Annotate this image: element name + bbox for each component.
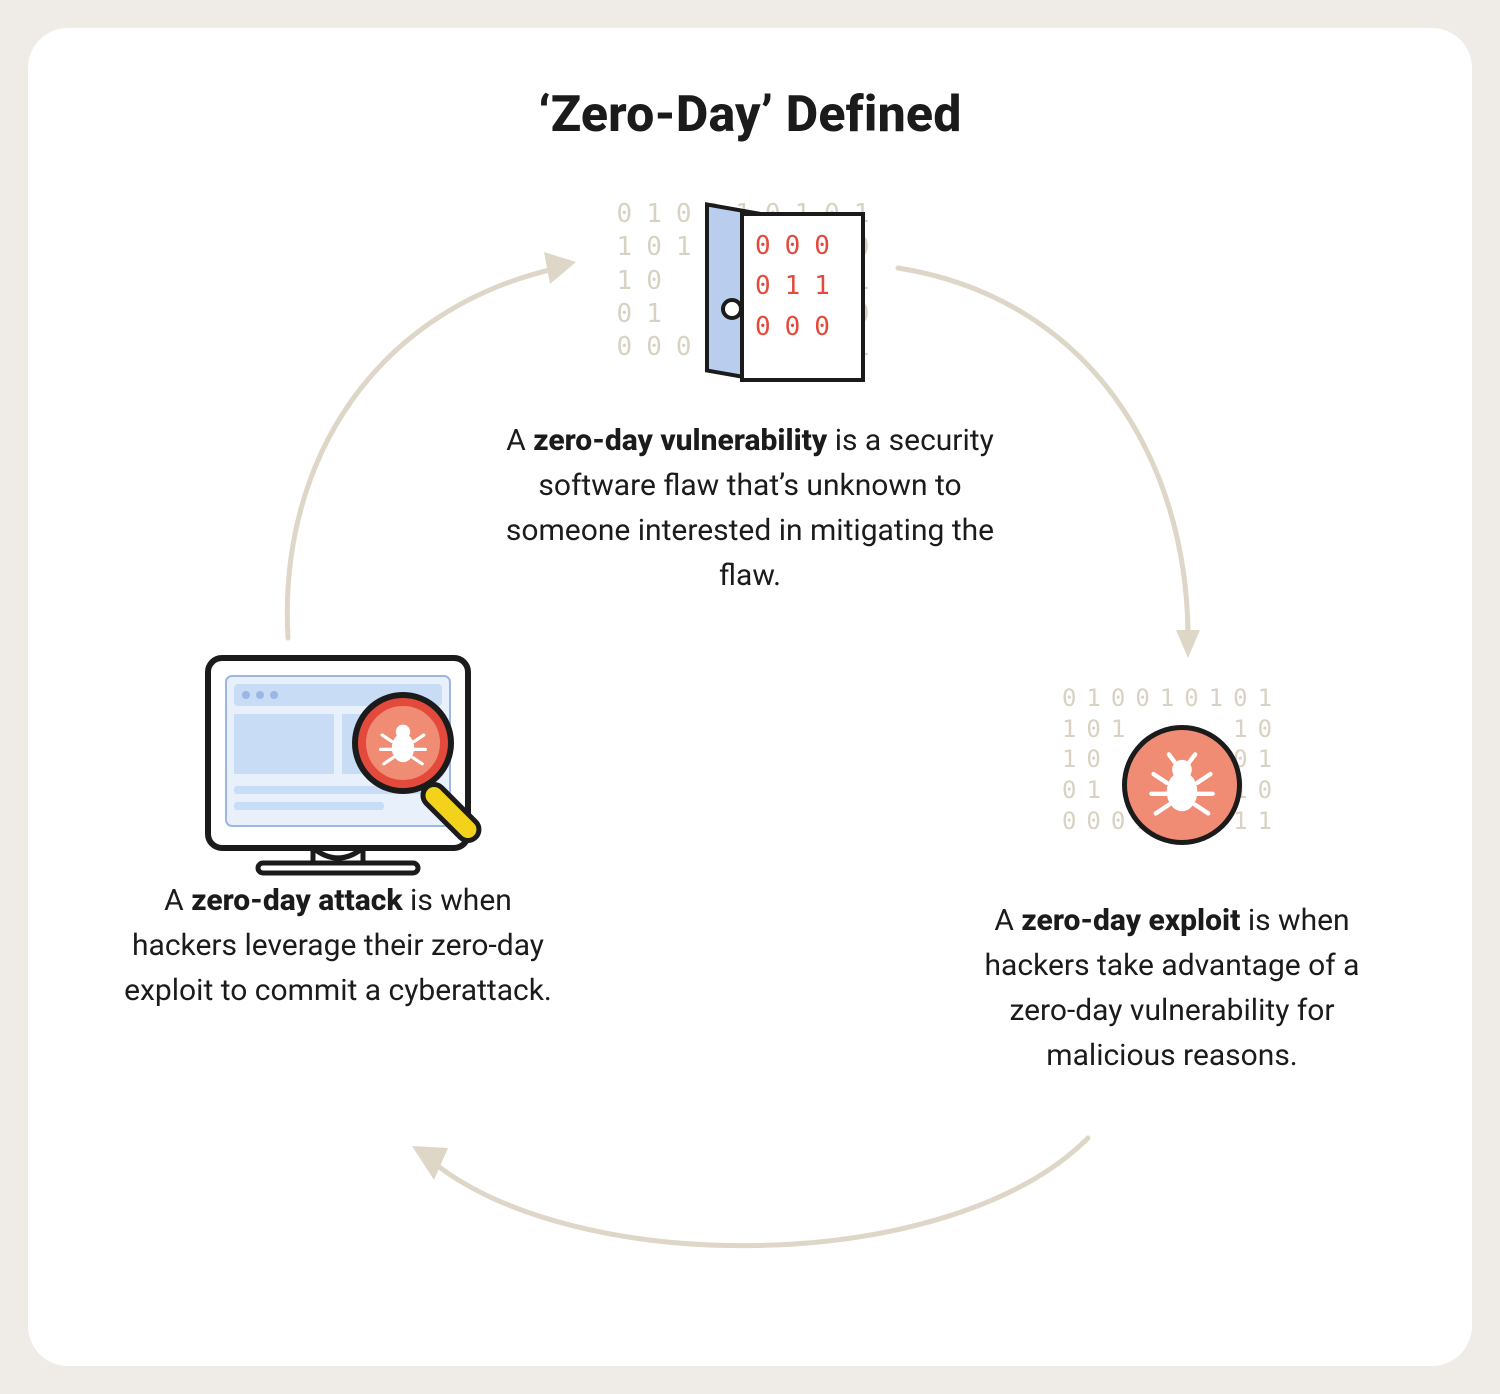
node-vulnerability: 010010101 101 10 10 01 01 10 000111011 0…	[490, 188, 1010, 598]
node-exploit-label: A zero-day exploit is when hackers take …	[952, 898, 1392, 1078]
computer-bug-icon	[118, 648, 558, 878]
door-red-bits: 000 011 000	[755, 226, 844, 347]
bug-icon	[1147, 750, 1217, 820]
node-exploit: 010010101 101 10 10 01 01 10 000111011	[952, 668, 1392, 1078]
node-attack-label: A zero-day attack is when hackers levera…	[118, 878, 558, 1013]
diagram-card: ‘Zero-Day’ Defined 010010101 101 10 10 0…	[28, 28, 1472, 1366]
bug-circle-icon: 010010101 101 10 10 01 01 10 000111011	[952, 668, 1392, 898]
node-vulnerability-label: A zero-day vulnerability is a security s…	[490, 418, 1010, 598]
door-binary-icon: 010010101 101 10 10 01 01 10 000111011 0…	[490, 188, 1010, 418]
diagram-title: ‘Zero-Day’ Defined	[28, 86, 1472, 144]
arrow-right-to-left	[388, 1128, 1108, 1298]
node-attack: A zero-day attack is when hackers levera…	[118, 648, 558, 1013]
